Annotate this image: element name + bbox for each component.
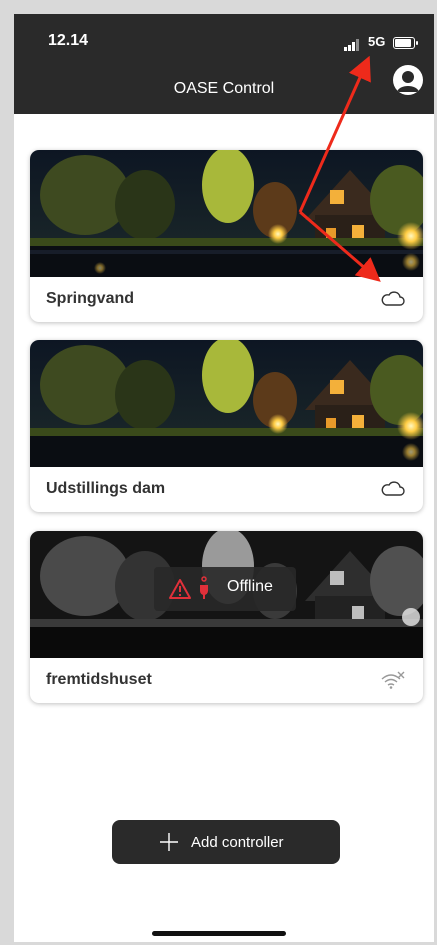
garden-image [30, 340, 423, 467]
garden-image-grayscale: Offline [30, 531, 423, 658]
controller-name: fremtidshuset [46, 671, 152, 688]
home-indicator [152, 931, 286, 936]
controller-card[interactable]: Offline fremtidshuset [30, 531, 423, 703]
garden-image [30, 150, 423, 277]
app-bar: OASE Control [14, 58, 434, 114]
controller-name: Udstillings dam [46, 480, 166, 497]
add-controller-label: Add controller [191, 834, 284, 851]
status-time: 12.14 [48, 32, 89, 49]
account-circle-icon[interactable] [393, 65, 423, 95]
wifi-off-icon [380, 670, 406, 690]
cloud-icon [380, 479, 406, 499]
app-title: OASE Control [173, 80, 275, 97]
status-bar: 12.14 5G [14, 14, 434, 58]
warning-icon [169, 579, 191, 599]
signal-icon [344, 39, 362, 51]
offline-label: Offline [227, 578, 273, 595]
controller-card[interactable]: Udstillings dam [30, 340, 423, 512]
controller-card[interactable]: Springvand [30, 150, 423, 322]
add-controller-button[interactable]: Add controller [112, 820, 340, 864]
phone-screen: 12.14 5G OASE Control Springvand Udstill… [14, 14, 434, 942]
plus-icon [160, 833, 178, 851]
network-type: 5G [368, 34, 386, 49]
battery-icon [393, 37, 418, 49]
cloud-icon [380, 289, 406, 309]
offline-badge: Offline [154, 567, 296, 611]
controller-name: Springvand [46, 290, 135, 307]
plug-icon [200, 576, 208, 599]
